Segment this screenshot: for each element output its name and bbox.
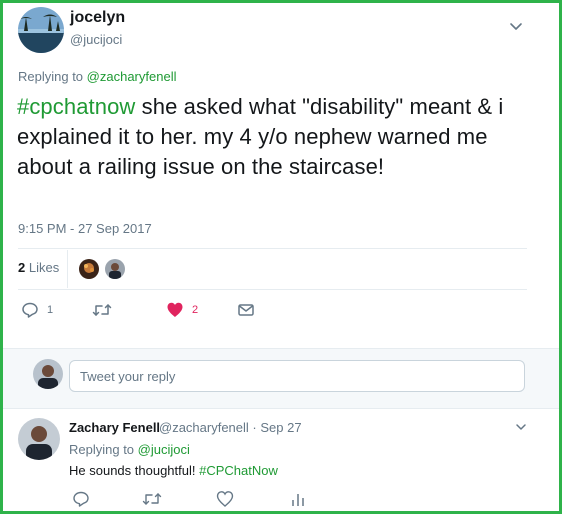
tweet-detail-panel: jocelyn @jucijoci Replying to @zacharyfe…	[0, 0, 562, 514]
liker-avatar[interactable]	[105, 259, 125, 279]
divider	[67, 250, 68, 288]
hashtag-link[interactable]: #CPChatNow	[199, 463, 278, 478]
tweet-timestamp[interactable]: 9:15 PM - 27 Sep 2017	[18, 221, 152, 236]
replying-to-mention[interactable]: @zacharyfenell	[87, 69, 177, 84]
reply-button[interactable]: 1	[21, 300, 53, 320]
replying-prefix: Replying to	[69, 442, 135, 457]
heart-icon	[167, 302, 183, 317]
chevron-down-icon[interactable]	[514, 420, 528, 434]
reply-display-name[interactable]: Zachary Fenell	[69, 420, 160, 435]
like-count: 2	[192, 304, 199, 316]
like-button[interactable]: 2	[166, 300, 198, 320]
reply-body: He sounds thoughtful!	[69, 463, 200, 478]
likes-count[interactable]: 2 Likes	[18, 260, 59, 275]
likes-number: 2	[18, 260, 26, 275]
avatar[interactable]	[18, 7, 64, 53]
replying-to-mention[interactable]: @jucijoci	[138, 442, 190, 457]
heart-icon[interactable]	[216, 490, 234, 508]
reply-count: 1	[47, 304, 54, 316]
reply-text: He sounds thoughtful! #CPChatNow	[69, 463, 278, 478]
envelope-icon	[238, 304, 254, 316]
likes-label: Likes	[28, 260, 60, 275]
reply-icon[interactable]	[72, 490, 90, 508]
replying-to: Replying to @zacharyfenell	[18, 69, 176, 84]
display-name[interactable]: jocelyn	[70, 9, 125, 27]
replying-to: Replying to @jucijoci	[69, 442, 190, 457]
analytics-icon[interactable]	[289, 490, 307, 508]
hashtag-link[interactable]: #cpchatnow	[17, 94, 135, 119]
chevron-down-icon[interactable]	[507, 17, 525, 35]
reply-icon	[22, 302, 38, 318]
retweet-icon[interactable]	[142, 490, 162, 508]
replying-prefix: Replying to	[18, 69, 84, 84]
divider	[18, 289, 527, 290]
retweet-button[interactable]	[92, 300, 112, 320]
avatar	[33, 359, 63, 389]
liker-avatar[interactable]	[79, 259, 99, 279]
avatar[interactable]	[18, 418, 60, 460]
reply-handle-date[interactable]: @zacharyfenell · Sep 27	[159, 420, 302, 435]
divider	[18, 248, 527, 249]
retweet-icon	[92, 304, 112, 316]
tweet-text: #cpchatnow she asked what "disability" m…	[17, 92, 537, 182]
handle[interactable]: @jucijoci	[70, 32, 122, 47]
direct-message-button[interactable]	[237, 300, 255, 320]
reply-input[interactable]	[69, 360, 525, 392]
